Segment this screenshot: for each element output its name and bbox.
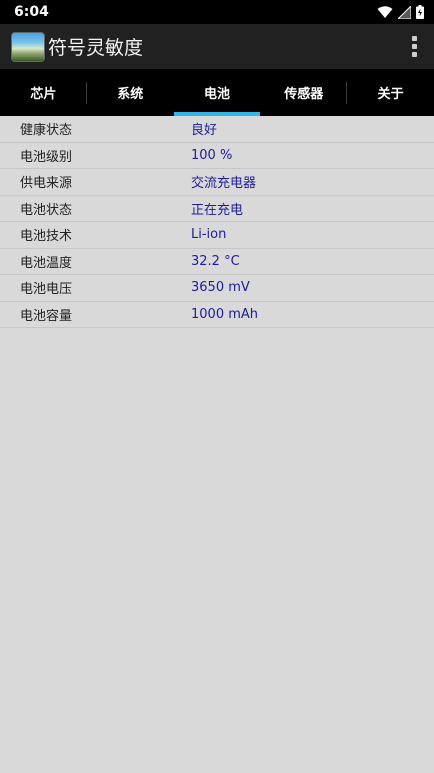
row-label: 电池容量 bbox=[20, 308, 73, 324]
row-value: 良好 bbox=[191, 123, 218, 139]
status-icons bbox=[377, 5, 424, 19]
row-value: 3650 mV bbox=[191, 280, 250, 296]
status-time: 6:04 bbox=[14, 4, 49, 20]
list-item: 供电来源 交流充电器 bbox=[0, 169, 434, 196]
tab-sensors[interactable]: 传感器 bbox=[260, 69, 348, 116]
tab-label: 芯片 bbox=[30, 87, 57, 102]
wifi-icon bbox=[377, 5, 393, 19]
row-label: 电池级别 bbox=[20, 149, 73, 165]
row-value: 交流充电器 bbox=[191, 176, 257, 192]
row-value: Li-ion bbox=[191, 227, 227, 243]
tab-about[interactable]: 关于 bbox=[347, 69, 434, 116]
battery-info-list: 健康状态 良好 电池级别 100 % 供电来源 交流充电器 电池状态 正在充电 … bbox=[0, 116, 434, 328]
row-value: 正在充电 bbox=[191, 202, 244, 218]
app-title: 符号灵敏度 bbox=[48, 37, 144, 59]
battery-charging-icon bbox=[416, 5, 424, 19]
list-item: 电池技术 Li-ion bbox=[0, 222, 434, 249]
tab-label: 传感器 bbox=[284, 87, 324, 102]
list-item: 电池容量 1000 mAh bbox=[0, 302, 434, 328]
tab-system[interactable]: 系统 bbox=[87, 69, 174, 116]
list-item: 电池状态 正在充电 bbox=[0, 196, 434, 222]
status-bar: 6:04 bbox=[0, 0, 434, 24]
row-label: 电池电压 bbox=[20, 282, 73, 298]
cellular-no-data-icon bbox=[398, 5, 411, 19]
row-value: 32.2 °C bbox=[191, 253, 240, 269]
tab-battery[interactable]: 电池 bbox=[173, 69, 261, 116]
list-item: 电池级别 100 % bbox=[0, 143, 434, 169]
list-item: 电池温度 32.2 °C bbox=[0, 249, 434, 275]
row-label: 电池状态 bbox=[20, 202, 73, 218]
row-value: 100 % bbox=[191, 147, 233, 163]
row-label: 电池技术 bbox=[20, 229, 73, 245]
tab-chip[interactable]: 芯片 bbox=[0, 69, 87, 116]
app-bar: 符号灵敏度 bbox=[0, 24, 434, 69]
row-label: 健康状态 bbox=[20, 123, 73, 139]
tab-bar: 芯片 系统 电池 传感器 关于 bbox=[0, 69, 434, 116]
tab-label: 关于 bbox=[377, 87, 404, 102]
tab-label: 系统 bbox=[117, 87, 144, 102]
app-logo-icon bbox=[11, 31, 45, 62]
list-item: 电池电压 3650 mV bbox=[0, 275, 434, 302]
tab-label: 电池 bbox=[203, 87, 230, 102]
overflow-menu-icon[interactable] bbox=[404, 32, 424, 62]
row-label: 电池温度 bbox=[20, 255, 73, 271]
list-item: 健康状态 良好 bbox=[0, 116, 434, 143]
row-value: 1000 mAh bbox=[191, 306, 259, 322]
row-label: 供电来源 bbox=[20, 176, 73, 192]
